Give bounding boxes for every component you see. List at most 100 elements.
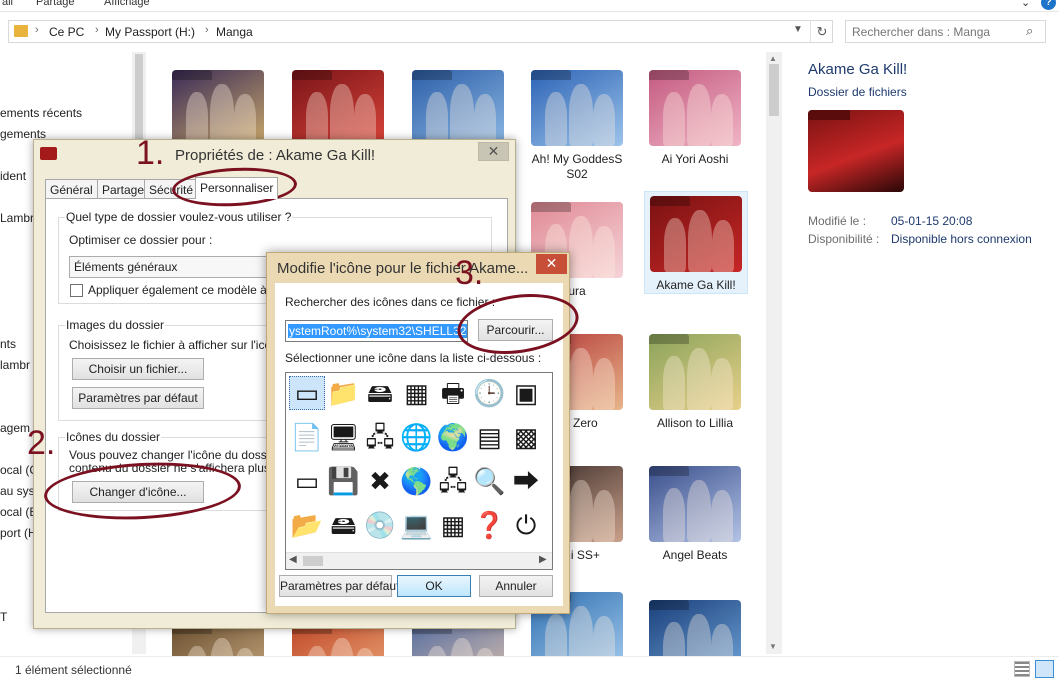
chevron-right-icon[interactable]: › — [95, 24, 99, 36]
nav-item[interactable]: agem — [0, 421, 30, 435]
breadcrumb-my-passport[interactable]: My Passport (H:) — [105, 25, 195, 39]
nav-item[interactable]: ocal (E — [0, 505, 37, 519]
globe-mouse-icon[interactable]: 🌎 — [399, 464, 435, 498]
clock-icon[interactable]: 🕒 — [472, 376, 508, 410]
globe-icon[interactable]: 🌐 — [399, 420, 435, 454]
delete-drive-icon[interactable]: ✖ — [362, 464, 398, 498]
folder-icon[interactable]: 📁 — [326, 376, 362, 410]
default-images-button[interactable]: Paramètres par défaut — [72, 387, 204, 409]
details-pane: Akame Ga Kill! Dossier de fichiers Modif… — [790, 52, 1059, 654]
folder-item-label: Angel Beats — [662, 548, 728, 562]
scrollbar-thumb[interactable] — [303, 556, 323, 566]
floppy-icon[interactable]: 💾 — [326, 464, 362, 498]
search-box[interactable]: ⌕ — [845, 20, 1046, 43]
chevron-right-icon[interactable]: › — [35, 24, 39, 36]
disk-drive-icon[interactable]: 🖴 — [326, 508, 362, 542]
tab-partage[interactable]: Partage — [97, 179, 150, 199]
breadcrumb-ce-pc[interactable]: Ce PC — [49, 25, 84, 39]
nav-item[interactable]: ements récents — [0, 106, 82, 120]
window-app-icon[interactable]: ▭ — [289, 464, 325, 498]
apply-template-checkbox[interactable] — [70, 284, 83, 297]
character-figure — [210, 84, 234, 146]
computer-icon[interactable]: 💻 — [399, 508, 435, 542]
close-button[interactable]: ✕ — [536, 254, 567, 274]
nav-item[interactable]: ident — [0, 169, 26, 183]
monitor-drive-icon[interactable]: 🖥 — [326, 420, 362, 454]
folder-preview-icon — [808, 110, 904, 192]
close-button[interactable]: ✕ — [478, 142, 509, 161]
search-icons-label: Rechercher des icônes dans ce fichier : — [285, 295, 496, 309]
choose-file-button[interactable]: Choisir un fichier... — [72, 358, 204, 380]
large-icons-view-icon[interactable] — [1035, 660, 1054, 678]
character-figure — [593, 490, 615, 542]
printer-icon[interactable]: 🖶 — [435, 376, 471, 410]
icon-list-scrollbar[interactable]: ◀ ▶ — [286, 552, 552, 569]
folder-thumbnail-icon — [649, 466, 741, 542]
blank-window-icon[interactable]: ▭ — [289, 376, 325, 410]
control-panel-icon[interactable]: ▤ — [472, 420, 508, 454]
folder-item[interactable]: Allison to Lillia — [643, 330, 747, 431]
icon-file-path-input[interactable]: ystemRoot%\system32\SHELL32.dll — [285, 320, 468, 342]
details-name: Akame Ga Kill! — [808, 61, 908, 78]
breadcrumb-manga[interactable]: Manga — [216, 25, 253, 39]
shell-icon[interactable]: ▩ — [508, 420, 544, 454]
ribbon-tab-file[interactable]: ail — [2, 0, 13, 8]
chevron-right-icon[interactable]: › — [205, 24, 209, 36]
tab-general[interactable]: Général — [45, 179, 98, 199]
calculator-icon[interactable]: ▦ — [435, 508, 471, 542]
details-modified-label: Modifié le : — [808, 214, 867, 228]
file-list-scrollbar[interactable]: ▲ ▼ — [766, 52, 782, 654]
cd-drive-icon[interactable]: 💿 — [362, 508, 398, 542]
folder-item-label: Ah! My GoddesS S02 — [531, 152, 623, 181]
arrow-drive-icon[interactable]: ⮕ — [508, 464, 544, 498]
network-icon[interactable]: 🖧 — [435, 464, 471, 498]
annotation-step-2: 2. — [27, 424, 56, 462]
refresh-icon[interactable]: ↻ — [810, 21, 833, 42]
power-icon[interactable]: ⏻ — [508, 508, 544, 542]
folder-item[interactable]: Ah! My GoddesS S02 — [525, 66, 629, 182]
icon-file-path-value[interactable]: ystemRoot%\system32\SHELL32.dll — [288, 324, 467, 338]
character-figure — [687, 84, 711, 146]
magnifier-icon[interactable]: 🔍 — [472, 464, 508, 498]
nav-item[interactable]: Lambr — [0, 211, 34, 225]
scroll-right-icon[interactable]: ▶ — [539, 554, 547, 565]
folder-item-label: Ai Yori Aoshi — [661, 152, 729, 166]
search-input[interactable] — [852, 24, 1022, 40]
address-bar[interactable]: › Ce PC › My Passport (H:) › Manga ▼ ↻ — [8, 20, 833, 43]
tab-personnaliser[interactable]: Personnaliser — [195, 177, 279, 199]
scrollbar-thumb[interactable] — [769, 64, 779, 116]
scroll-left-icon[interactable]: ◀ — [289, 554, 297, 565]
scroll-down-icon[interactable]: ▼ — [769, 642, 777, 651]
nav-item[interactable]: port (H — [0, 526, 37, 540]
character-figure — [711, 358, 733, 410]
ribbon-tab-affichage[interactable]: Affichage — [104, 0, 150, 8]
open-folder-icon[interactable]: 📂 — [289, 508, 325, 542]
ribbon-tab-partage[interactable]: Partage — [36, 0, 75, 8]
help-icon[interactable]: ❓ — [472, 508, 508, 542]
details-view-icon[interactable] — [1014, 661, 1030, 677]
folder-item[interactable]: Akame Ga Kill! — [644, 191, 748, 294]
ribbon-expand-icon[interactable]: ⌄ — [1021, 0, 1030, 9]
nav-item[interactable]: nts — [0, 337, 16, 351]
chip-icon[interactable]: ▦ — [399, 376, 435, 410]
cancel-button[interactable]: Annuler — [479, 575, 553, 597]
ok-button[interactable]: OK — [397, 575, 471, 597]
scrollbar-thumb[interactable] — [135, 54, 143, 144]
folder-item[interactable]: Ai Yori Aoshi — [643, 66, 747, 167]
network-drive-icon[interactable]: 🖧 — [362, 420, 398, 454]
default-icon-button[interactable]: Paramètres par défaut — [279, 575, 399, 597]
icon-list[interactable]: ◀ ▶ ▭ 📁 🖴 ▦ 🖶 🕒 ▣ 📄 🖥 🖧 🌐 🌍 ▤ ▩ ▭ 💾 ✖ 🌎 🖧 🔍 ⮕ 📂 🖴 💿 💻 ▦ ❓ ⏻ — [285, 372, 553, 570]
folder-item[interactable]: Angel Beats — [643, 462, 747, 563]
drive-icon[interactable]: 🖴 — [362, 376, 398, 410]
document-icon[interactable]: 📄 — [289, 420, 325, 454]
world-network-icon[interactable]: 🌍 — [435, 420, 471, 454]
scroll-up-icon[interactable]: ▲ — [769, 54, 777, 63]
search-icon[interactable]: ⌕ — [1026, 23, 1033, 39]
nav-item[interactable]: lambr — [0, 358, 30, 372]
help-icon[interactable]: ? — [1041, 0, 1056, 10]
nav-item[interactable]: T — [0, 610, 7, 624]
chevron-down-icon[interactable]: ▼ — [793, 24, 803, 35]
character-figure — [593, 358, 615, 410]
window-icon[interactable]: ▣ — [508, 376, 544, 410]
apply-template-label[interactable]: Appliquer également ce modèle à tous — [88, 283, 293, 297]
